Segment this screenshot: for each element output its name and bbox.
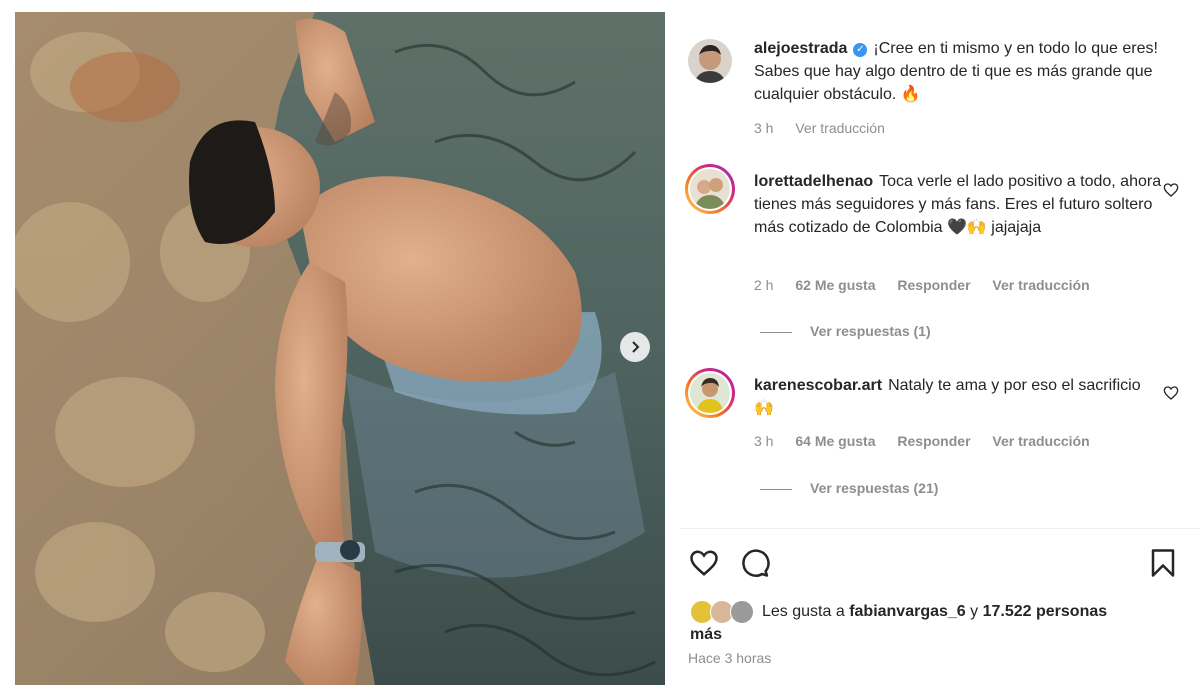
view-replies-label: Ver respuestas (21)	[810, 480, 939, 496]
likes-prefix: Les gusta a	[762, 603, 845, 621]
likers-avatars	[690, 600, 756, 624]
comment-heart-icon[interactable]	[1163, 182, 1179, 198]
avatar-image	[690, 169, 730, 209]
liker-username[interactable]: fabianvargas_6	[849, 603, 966, 620]
post-photo	[15, 12, 665, 685]
bookmark-icon[interactable]	[1150, 548, 1176, 578]
avatar-image	[688, 39, 732, 83]
comment-translate-link[interactable]: Ver traducción	[992, 433, 1089, 449]
likes-summary: Les gusta a fabianvargas_6 y 17.522 pers…	[690, 600, 1170, 646]
comment-translate-link[interactable]: Ver traducción	[992, 277, 1089, 293]
comment-time: 2 h	[754, 277, 774, 293]
caption-username[interactable]: alejoestrada	[754, 40, 847, 57]
caption-time: 3 h	[754, 120, 774, 136]
comment-heart-icon[interactable]	[1163, 385, 1179, 401]
post-time: Hace 3 horas	[688, 650, 772, 666]
reply-button[interactable]: Responder	[897, 277, 970, 293]
avatar-image	[690, 373, 730, 413]
replies-line	[760, 331, 792, 333]
likes-connector: y	[970, 603, 979, 621]
comment-likes[interactable]: 62 Me gusta	[795, 277, 875, 293]
comment-avatar[interactable]	[685, 368, 735, 418]
post-caption: alejoestrada ✓ ¡Cree en ti mismo y en todo…	[688, 37, 1168, 147]
post-image	[15, 12, 665, 685]
likes-count[interactable]: 17.522 personas	[983, 603, 1108, 620]
replies-line	[760, 488, 792, 490]
view-replies-label: Ver respuestas (1)	[810, 323, 931, 339]
comment-avatar[interactable]	[685, 164, 735, 214]
comment-item: lorettadelhenao Toca verle el lado positi…	[685, 164, 1168, 347]
comment-username[interactable]: karenescobar.art	[754, 377, 882, 394]
view-replies-button[interactable]: Ver respuestas (1)	[760, 323, 931, 339]
liker-avatar	[730, 600, 754, 624]
chevron-right-icon	[632, 341, 640, 353]
view-replies-button[interactable]: Ver respuestas (21)	[760, 480, 938, 496]
comment-username[interactable]: lorettadelhenao	[754, 173, 873, 190]
comment-icon[interactable]	[740, 548, 770, 578]
likes-suffix[interactable]: más	[690, 626, 722, 643]
divider	[680, 528, 1200, 529]
comment-likes[interactable]: 64 Me gusta	[795, 433, 875, 449]
comment-item: karenescobar.art Nataly te ama y por eso …	[685, 368, 1168, 501]
caption-translate-link[interactable]: Ver traducción	[795, 120, 885, 136]
reply-button[interactable]: Responder	[897, 433, 970, 449]
next-photo-button[interactable]	[620, 332, 650, 362]
comment-time: 3 h	[754, 433, 774, 449]
verified-badge-icon: ✓	[853, 43, 868, 57]
avatar[interactable]	[688, 39, 732, 83]
action-bar	[688, 545, 1178, 581]
heart-icon[interactable]	[688, 548, 720, 578]
